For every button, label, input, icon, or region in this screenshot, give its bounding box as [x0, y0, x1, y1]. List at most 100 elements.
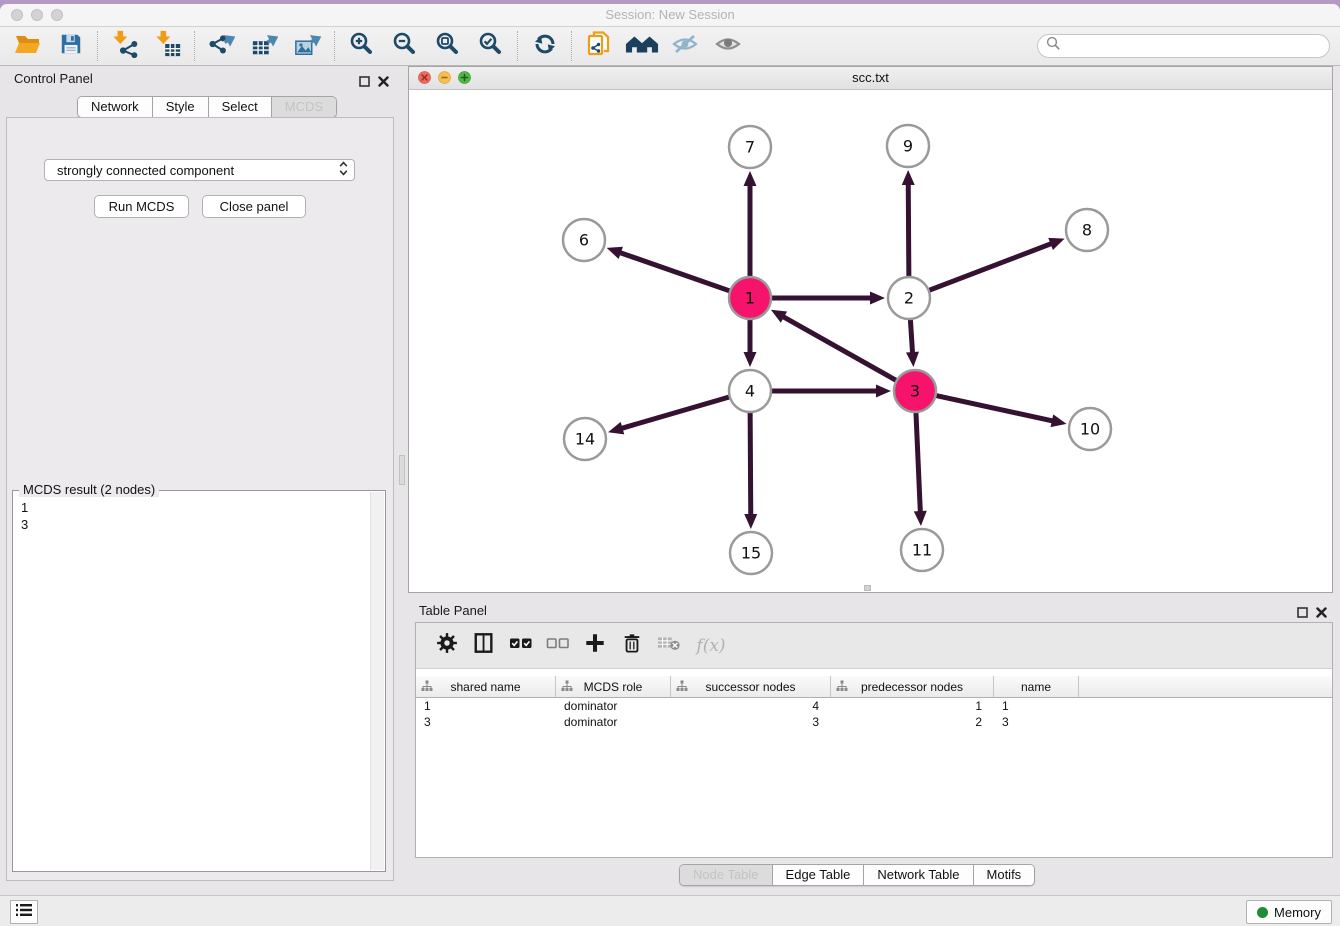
delete-table-button[interactable]	[650, 628, 687, 664]
mcds-result-text[interactable]: 1 3	[21, 499, 28, 533]
show-column-button[interactable]	[465, 628, 502, 664]
control-panel-controls	[359, 74, 389, 92]
graph-edge-2-9[interactable]	[908, 183, 909, 280]
trash-icon	[622, 632, 642, 659]
clone-network-button[interactable]	[577, 29, 620, 63]
graph-node-label: 6	[579, 231, 589, 250]
graph-edge-arrowhead	[608, 422, 624, 434]
panel-divider-handle[interactable]	[399, 455, 405, 485]
network-window-titlebar[interactable]: scc.txt	[409, 67, 1332, 90]
main-titlebar: Session: New Session	[0, 4, 1340, 27]
window-resize-handle[interactable]	[864, 585, 871, 591]
search-input[interactable]	[1061, 35, 1329, 57]
cell-successor-nodes[interactable]: 4	[671, 699, 831, 713]
zoom-fit-icon	[435, 31, 461, 62]
float-panel-icon[interactable]	[1297, 605, 1308, 623]
criterion-value: strongly connected component	[57, 163, 234, 178]
memory-button[interactable]: Memory	[1246, 900, 1332, 924]
cell-shared-name[interactable]: 3	[416, 715, 556, 729]
zoom-in-icon	[349, 31, 375, 62]
network-view-window: scc.txt 1234678910111415	[408, 66, 1333, 593]
search-icon	[1046, 36, 1061, 56]
cell-predecessor-nodes[interactable]: 1	[831, 699, 994, 713]
show-log-button[interactable]	[10, 900, 38, 924]
home-view-button[interactable]	[620, 29, 663, 63]
export-network-button[interactable]	[200, 29, 243, 63]
node-table-panel: f(x) shared name MCDS role successor nod…	[415, 622, 1333, 858]
criterion-dropdown[interactable]: strongly connected component	[44, 159, 355, 181]
export-network-icon	[207, 30, 237, 63]
cell-successor-nodes[interactable]: 3	[671, 715, 831, 729]
import-table-icon	[154, 30, 182, 63]
graph-edge-arrowhead	[876, 385, 891, 398]
graph-edge-1-6[interactable]	[619, 252, 733, 292]
float-panel-icon[interactable]	[359, 74, 370, 92]
cell-name[interactable]: 3	[994, 715, 1079, 729]
tab-node-table[interactable]: Node Table	[680, 865, 773, 885]
graph-edge-arrowhead	[906, 352, 919, 367]
unselect-all-columns-button[interactable]	[539, 628, 576, 664]
cell-shared-name[interactable]: 1	[416, 699, 556, 713]
save-session-button[interactable]	[49, 29, 92, 63]
graph-edge-3-11[interactable]	[916, 409, 921, 513]
open-file-button[interactable]	[6, 29, 49, 63]
cell-mcds-role[interactable]: dominator	[556, 715, 671, 729]
network-window-title: scc.txt	[409, 70, 1332, 85]
graph-edge-2-3[interactable]	[910, 316, 912, 354]
column-header-mcds-role[interactable]: MCDS role	[556, 676, 671, 697]
close-panel-button[interactable]: Close panel	[202, 195, 306, 218]
network-graph[interactable]: 1234678910111415	[409, 89, 1332, 592]
tab-network-table[interactable]: Network Table	[864, 865, 973, 885]
close-panel-icon[interactable]	[378, 74, 389, 92]
hide-graphics-details-button[interactable]	[663, 29, 706, 63]
graph-edge-arrowhead	[744, 171, 757, 186]
graph-edge-2-8[interactable]	[926, 243, 1053, 291]
import-network-button[interactable]	[103, 29, 146, 63]
tab-network[interactable]: Network	[78, 97, 153, 117]
refresh-view-button[interactable]	[523, 29, 566, 63]
cell-mcds-role[interactable]: dominator	[556, 699, 671, 713]
import-table-button[interactable]	[146, 29, 189, 63]
column-label: MCDS role	[584, 680, 643, 694]
search-field[interactable]	[1037, 34, 1330, 58]
zoom-out-button[interactable]	[383, 29, 426, 63]
application-root: Session: New Session	[0, 0, 1340, 926]
column-label: successor nodes	[705, 680, 795, 694]
run-mcds-button[interactable]: Run MCDS	[94, 195, 189, 218]
cell-predecessor-nodes[interactable]: 2	[831, 715, 994, 729]
column-header-filler	[1079, 676, 1332, 697]
delete-row-button[interactable]	[613, 628, 650, 664]
column-header-name[interactable]: name	[994, 676, 1079, 697]
table-row[interactable]: 1 dominator 4 1 1	[416, 698, 1332, 714]
table-panel-controls	[1297, 605, 1327, 623]
tab-style[interactable]: Style	[153, 97, 209, 117]
export-table-button[interactable]	[243, 29, 286, 63]
graph-edge-4-14[interactable]	[621, 396, 733, 429]
close-panel-icon[interactable]	[1316, 605, 1327, 623]
zoom-fit-button[interactable]	[426, 29, 469, 63]
column-header-shared-name[interactable]: shared name	[416, 676, 556, 697]
tab-select[interactable]: Select	[209, 97, 272, 117]
zoom-selected-button[interactable]	[469, 29, 512, 63]
graph-node-label: 3	[910, 382, 920, 401]
select-all-columns-button[interactable]	[502, 628, 539, 664]
tab-motifs[interactable]: Motifs	[974, 865, 1035, 885]
column-header-predecessor-nodes[interactable]: predecessor nodes	[831, 676, 994, 697]
export-image-button[interactable]	[286, 29, 329, 63]
table-settings-button[interactable]	[428, 628, 465, 664]
table-row[interactable]: 3 dominator 3 2 3	[416, 714, 1332, 730]
tab-mcds[interactable]: MCDS	[272, 97, 336, 117]
graph-node-label: 1	[745, 289, 755, 308]
graph-node-label: 10	[1080, 420, 1100, 439]
tab-edge-table[interactable]: Edge Table	[773, 865, 865, 885]
graph-edge-3-1[interactable]	[782, 316, 899, 382]
column-header-successor-nodes[interactable]: successor nodes	[671, 676, 831, 697]
result-scrollbar[interactable]	[370, 492, 384, 870]
cell-name[interactable]: 1	[994, 699, 1079, 713]
graph-edge-3-10[interactable]	[933, 395, 1054, 421]
graph-edge-4-15[interactable]	[750, 409, 751, 516]
add-row-button[interactable]	[576, 628, 613, 664]
zoom-in-button[interactable]	[340, 29, 383, 63]
show-graphics-details-button[interactable]	[706, 29, 749, 63]
function-builder-button[interactable]: f(x)	[687, 628, 735, 664]
